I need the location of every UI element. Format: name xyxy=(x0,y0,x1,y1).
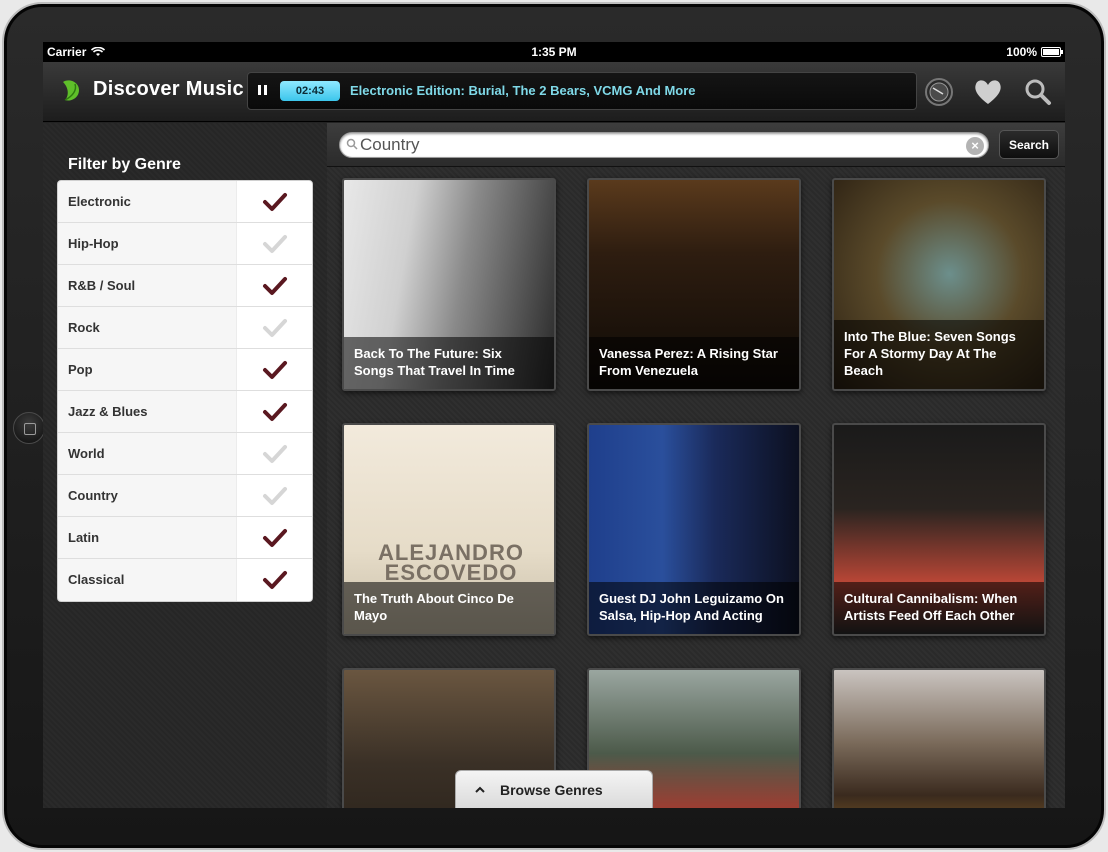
app-header: Discover Music 02:43 Electronic Edition:… xyxy=(43,62,1065,122)
genre-label: Jazz & Blues xyxy=(68,404,148,419)
checkmark-icon[interactable] xyxy=(236,433,312,474)
genre-label: Electronic xyxy=(68,194,131,209)
genre-row[interactable]: R&B / Soul xyxy=(58,265,312,307)
card-caption: Into The Blue: Seven Songs For A Stormy … xyxy=(834,320,1044,389)
card-caption: Guest DJ John Leguizamo On Salsa, Hip-Ho… xyxy=(589,582,799,634)
browse-genres-label: Browse Genres xyxy=(500,782,603,798)
status-time: 1:35 PM xyxy=(531,45,577,59)
genre-list: Electronic Hip-Hop R&B / Soul Rock Pop Jazz &… xyxy=(57,180,313,602)
checkmark-icon[interactable] xyxy=(236,223,312,264)
story-card[interactable]: Back To The Future: Six Songs That Trave… xyxy=(342,178,556,391)
genre-label: Hip-Hop xyxy=(68,236,119,251)
chevron-up-icon xyxy=(475,786,485,793)
search-icon[interactable] xyxy=(1022,77,1054,107)
genre-row[interactable]: Pop xyxy=(58,349,312,391)
search-small-icon xyxy=(346,138,358,150)
leaf-logo-icon xyxy=(63,80,79,101)
genre-row[interactable]: Electronic xyxy=(58,181,312,223)
genre-row[interactable]: Classical xyxy=(58,559,312,601)
checkmark-icon[interactable] xyxy=(236,265,312,306)
clear-search-button[interactable]: × xyxy=(966,137,984,155)
elapsed-time: 02:43 xyxy=(280,81,340,101)
story-card[interactable] xyxy=(832,668,1046,808)
genre-label: Latin xyxy=(68,530,100,545)
card-caption: Back To The Future: Six Songs That Trave… xyxy=(344,337,554,389)
story-card[interactable]: Into The Blue: Seven Songs For A Stormy … xyxy=(832,178,1046,391)
checkmark-icon[interactable] xyxy=(236,181,312,222)
genre-row[interactable]: Rock xyxy=(58,307,312,349)
genre-label: Rock xyxy=(68,320,100,335)
album-art-text: ALEJANDRO ESCOVEDO xyxy=(378,540,524,585)
now-playing-bar[interactable]: 02:43 Electronic Edition: Burial, The 2 … xyxy=(247,72,917,110)
genre-sidebar: Filter by Genre Electronic Hip-Hop R&B / S… xyxy=(43,123,327,808)
battery-percent: 100% xyxy=(1006,45,1037,59)
checkmark-icon[interactable] xyxy=(236,349,312,390)
story-card[interactable]: Guest DJ John Leguizamo On Salsa, Hip-Ho… xyxy=(587,423,801,636)
heart-icon[interactable] xyxy=(972,77,1004,107)
status-bar: Carrier 1:35 PM 100% xyxy=(43,42,1065,62)
story-card[interactable]: Cultural Cannibalism: When Artists Feed … xyxy=(832,423,1046,636)
home-button[interactable] xyxy=(13,412,45,444)
pause-button[interactable] xyxy=(258,85,270,97)
now-playing-title[interactable]: Electronic Edition: Burial, The 2 Bears,… xyxy=(350,83,696,98)
browse-genres-tab[interactable]: Browse Genres xyxy=(455,770,653,808)
story-card[interactable]: ALEJANDRO ESCOVEDO The Truth About Cinco D… xyxy=(342,423,556,636)
genre-row[interactable]: Country xyxy=(58,475,312,517)
checkmark-icon[interactable] xyxy=(236,475,312,516)
genre-label: Classical xyxy=(68,572,125,587)
genre-label: R&B / Soul xyxy=(68,278,136,293)
genre-label: World xyxy=(68,446,105,461)
genre-label: Pop xyxy=(68,362,93,377)
app-screen: Carrier 1:35 PM 100% Discover Music 02:4… xyxy=(43,42,1065,808)
genre-row[interactable]: Latin xyxy=(58,517,312,559)
search-input[interactable] xyxy=(360,135,960,155)
app-title: Discover Music xyxy=(93,78,244,100)
checkmark-icon[interactable] xyxy=(236,517,312,558)
genre-row[interactable]: Hip-Hop xyxy=(58,223,312,265)
story-card[interactable]: Vanessa Perez: A Rising Star From Venezu… xyxy=(587,178,801,391)
pause-icon xyxy=(258,85,261,95)
content-area: × Search Back To The Future: Six Songs T… xyxy=(327,123,1065,808)
search-bar: × Search xyxy=(327,123,1065,167)
battery-icon xyxy=(1041,47,1063,57)
checkmark-icon[interactable] xyxy=(236,559,312,601)
genre-label: Country xyxy=(68,488,118,503)
checkmark-icon[interactable] xyxy=(236,307,312,348)
genre-row[interactable]: Jazz & Blues xyxy=(58,391,312,433)
search-field[interactable]: × xyxy=(339,132,989,158)
card-caption: Cultural Cannibalism: When Artists Feed … xyxy=(834,582,1044,634)
radio-dial-icon[interactable] xyxy=(923,77,955,107)
genre-row[interactable]: World xyxy=(58,433,312,475)
card-caption: Vanessa Perez: A Rising Star From Venezu… xyxy=(589,337,799,389)
search-button[interactable]: Search xyxy=(999,130,1059,159)
filter-title: Filter by Genre xyxy=(68,156,181,173)
checkmark-icon[interactable] xyxy=(236,391,312,432)
card-caption: The Truth About Cinco De Mayo xyxy=(344,582,554,634)
